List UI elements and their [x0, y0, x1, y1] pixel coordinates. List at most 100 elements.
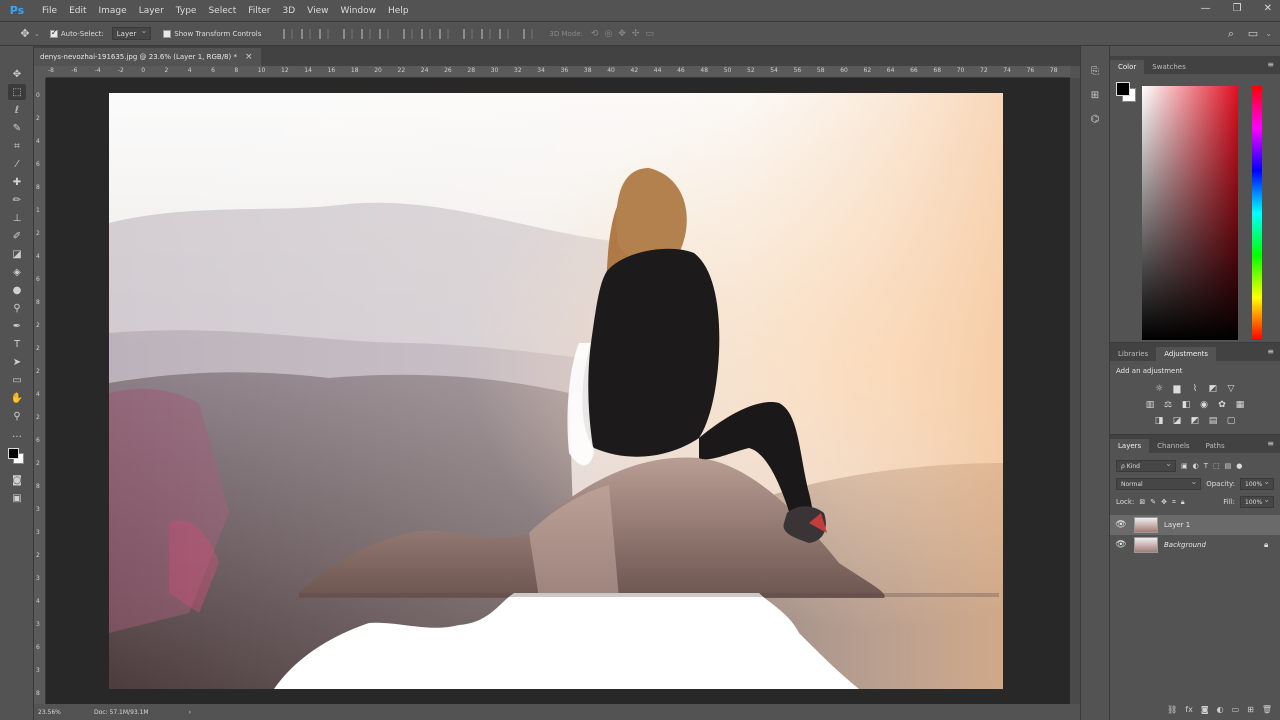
tab-adjustments[interactable]: Adjustments	[1156, 347, 1217, 361]
3d-rotate-icon[interactable]: ⟲	[591, 29, 599, 39]
quick-select-tool-icon[interactable]: ✎	[8, 120, 26, 136]
restore-button[interactable]: ❐	[1233, 3, 1242, 14]
invert-icon[interactable]: ◨	[1153, 415, 1165, 427]
rectangle-tool-icon[interactable]: ▭	[8, 372, 26, 388]
lock-transparent-icon[interactable]: ⊠	[1139, 498, 1145, 506]
color-panel-menu-icon[interactable]: ≡	[1267, 60, 1274, 69]
show-transform-checkbox[interactable]: Show Transform Controls	[163, 29, 261, 38]
align-bottom-icon[interactable]	[319, 28, 330, 39]
auto-select-check-icon[interactable]	[49, 28, 58, 38]
exposure-icon[interactable]: ◩	[1207, 383, 1219, 395]
photo-filter-icon[interactable]: ◉	[1198, 399, 1210, 411]
status-menu-arrow[interactable]: ›	[189, 709, 191, 716]
distribute-left-icon[interactable]	[463, 28, 474, 39]
3d-roll-icon[interactable]: ◎	[604, 29, 612, 39]
opacity-field[interactable]: 100%	[1240, 477, 1274, 490]
workspace-chevron-icon[interactable]: ⌄	[1265, 29, 1272, 38]
auto-select-target-dropdown[interactable]: Layer	[111, 26, 152, 40]
lasso-tool-icon[interactable]: ℓ	[8, 102, 26, 118]
filter-adjustment-icon[interactable]: ◐	[1193, 462, 1199, 470]
posterize-icon[interactable]: ◪	[1171, 415, 1183, 427]
3d-slide-icon[interactable]: ✣	[632, 29, 640, 39]
curves-icon[interactable]: ⌇	[1189, 383, 1201, 395]
color-field[interactable]	[1142, 86, 1238, 340]
tab-swatches[interactable]: Swatches	[1144, 60, 1193, 74]
foreground-color-swatch[interactable]	[8, 448, 19, 459]
close-window-button[interactable]: ✕	[1264, 3, 1272, 14]
filter-toggle-icon[interactable]: ●	[1236, 462, 1242, 470]
eraser-tool-icon[interactable]: ◪	[8, 246, 26, 262]
new-group-icon[interactable]: ▭	[1232, 705, 1240, 714]
color-balance-icon[interactable]: ⚖	[1162, 399, 1174, 411]
hand-tool-icon[interactable]: ✋	[8, 390, 26, 406]
preset-chevron-icon[interactable]: ⌄	[34, 30, 40, 38]
blur-tool-icon[interactable]: ●	[8, 282, 26, 298]
menu-help[interactable]: Help	[382, 6, 415, 16]
close-document-icon[interactable]: ×	[245, 52, 253, 62]
align-right-icon[interactable]	[379, 28, 390, 39]
type-tool-icon[interactable]: T	[8, 336, 26, 352]
ruler-corner[interactable]	[34, 66, 46, 78]
pen-tool-icon[interactable]: ✒	[8, 318, 26, 334]
3d-pan-icon[interactable]: ✥	[618, 29, 626, 39]
menu-image[interactable]: Image	[93, 6, 133, 16]
zoom-level-field[interactable]: 23.56%	[34, 709, 84, 716]
lock-position-icon[interactable]: ✥	[1161, 498, 1167, 506]
fill-field[interactable]: 100%	[1240, 495, 1274, 508]
tab-libraries[interactable]: Libraries	[1110, 347, 1156, 361]
align-top-icon[interactable]	[283, 28, 294, 39]
filter-smart-object-icon[interactable]: ▤	[1225, 462, 1232, 470]
move-tool-icon[interactable]: ✥	[8, 66, 26, 82]
filter-pixel-icon[interactable]: ▣	[1181, 462, 1188, 470]
screen-mode-icon[interactable]: ▣	[8, 490, 26, 506]
visibility-eye-icon[interactable]: 👁︎	[1114, 520, 1128, 530]
distribute-bottom-icon[interactable]	[439, 28, 450, 39]
menu-filter[interactable]: Filter	[242, 6, 276, 16]
align-vcenter-icon[interactable]	[301, 28, 312, 39]
layer-name[interactable]: Layer 1	[1164, 521, 1280, 529]
search-icon[interactable]: ⌕	[1224, 27, 1238, 41]
3d-scale-icon[interactable]: ▭	[645, 29, 654, 39]
menu-edit[interactable]: Edit	[63, 6, 92, 16]
new-adjustment-icon[interactable]: ◐	[1217, 705, 1224, 714]
layer-style-icon[interactable]: fx	[1185, 705, 1193, 714]
menu-file[interactable]: File	[36, 6, 63, 16]
vertical-scrollbar[interactable]	[1070, 78, 1080, 704]
levels-icon[interactable]: ▆	[1171, 383, 1183, 395]
eyedropper-tool-icon[interactable]: ⁄	[8, 156, 26, 172]
brush-tool-icon[interactable]: ✏	[8, 192, 26, 208]
vibrance-icon[interactable]: ▽	[1225, 383, 1237, 395]
distribute-right-icon[interactable]	[499, 28, 510, 39]
document-tab[interactable]: denys-nevozhai-191635.jpg @ 23.6% (Layer…	[34, 48, 261, 66]
character-panel-icon[interactable]: ⌬	[1087, 112, 1103, 126]
layer-name[interactable]: Background	[1164, 541, 1264, 549]
tab-channels[interactable]: Channels	[1149, 439, 1197, 453]
delete-layer-icon[interactable]: 🗑︎	[1262, 705, 1272, 714]
hue-slider[interactable]	[1252, 86, 1262, 340]
vertical-ruler[interactable]: 0 2 4 6 8 1 2 4 6 8 2 2 2 4 2 6 2 8 3 3 2 3 4 3 6 3 8	[34, 78, 46, 704]
add-mask-icon[interactable]: ◙	[1201, 705, 1209, 714]
menu-type[interactable]: Type	[170, 6, 203, 16]
align-hcenter-icon[interactable]	[361, 28, 372, 39]
selective-color-icon[interactable]: ▢	[1225, 415, 1237, 427]
clone-stamp-tool-icon[interactable]: ⊥	[8, 210, 26, 226]
document-canvas-photo[interactable]	[109, 93, 1003, 689]
minimize-button[interactable]: —	[1201, 3, 1211, 14]
distribute-vcenter-icon[interactable]	[421, 28, 432, 39]
blend-mode-dropdown[interactable]: Normal	[1116, 477, 1202, 490]
lock-all-icon[interactable]: 🔒︎	[1181, 498, 1185, 507]
marquee-tool-icon[interactable]: ⬚	[8, 84, 26, 100]
align-left-icon[interactable]	[343, 28, 354, 39]
brightness-icon[interactable]: ☼	[1153, 383, 1165, 395]
dodge-tool-icon[interactable]: ⚲	[8, 300, 26, 316]
layer-row-layer-1[interactable]: 👁︎ Layer 1	[1110, 515, 1280, 535]
color-lookup-icon[interactable]: ▦	[1234, 399, 1246, 411]
menu-select[interactable]: Select	[202, 6, 242, 16]
link-layers-icon[interactable]: ⛓	[1167, 705, 1177, 714]
bw-icon[interactable]: ◧	[1180, 399, 1192, 411]
lock-image-icon[interactable]: ✎	[1150, 498, 1156, 506]
layer-kind-filter-dropdown[interactable]: ρ Kind	[1116, 459, 1176, 472]
zoom-tool-icon[interactable]: ⚲	[8, 408, 26, 424]
document-size-info[interactable]: Doc: 57.1M/93.1M	[94, 709, 149, 716]
path-select-tool-icon[interactable]: ➤	[8, 354, 26, 370]
